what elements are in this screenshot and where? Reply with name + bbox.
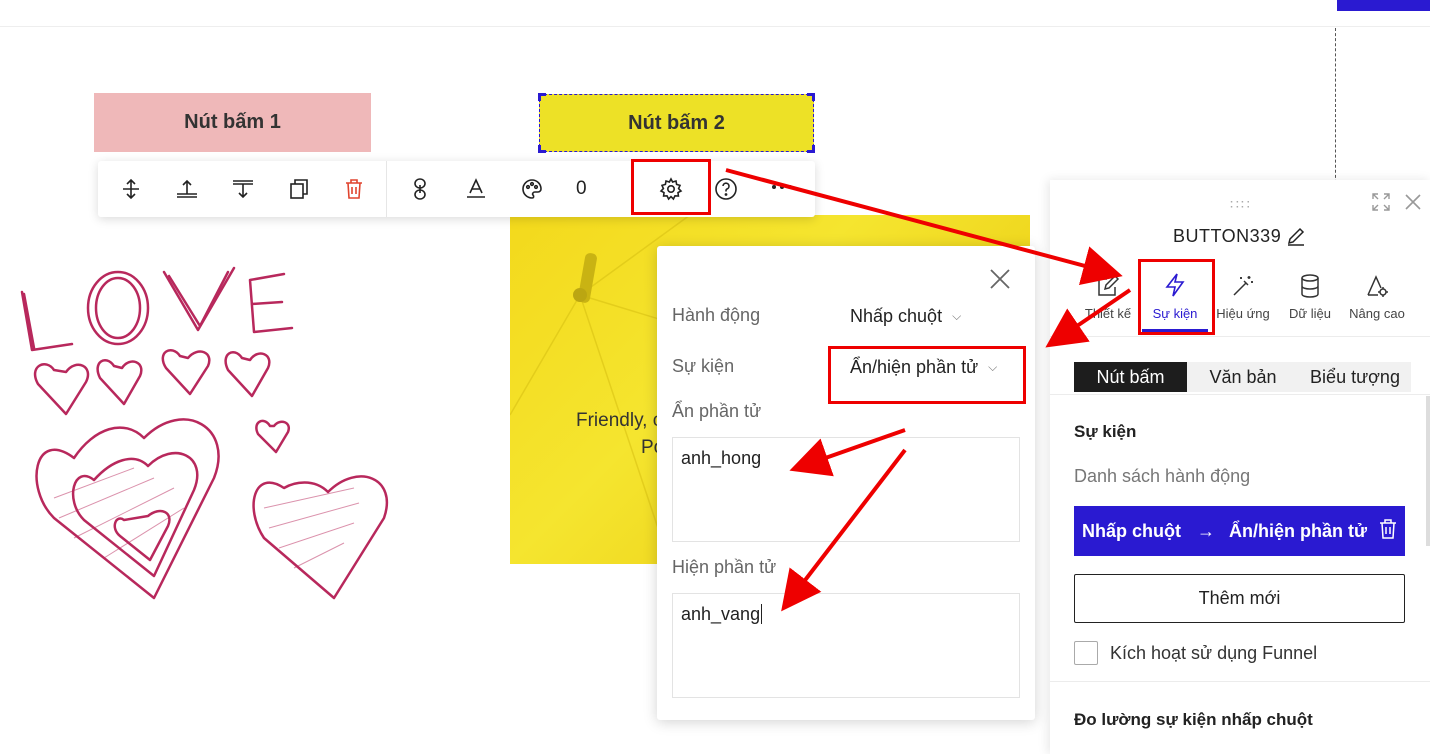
panel-divider xyxy=(1050,336,1430,337)
link-icon[interactable] xyxy=(406,175,434,203)
action-list-item[interactable]: Nhấp chuột → Ẩn/hiện phần tử xyxy=(1074,506,1405,556)
love-hearts-image[interactable] xyxy=(14,258,394,603)
toolbar-counter: 0 xyxy=(576,178,587,199)
text-cursor xyxy=(761,604,763,624)
segment-text[interactable]: Văn bản xyxy=(1187,362,1299,392)
panel-title: BUTTON339 xyxy=(1173,226,1282,246)
action-list-label: Danh sách hành động xyxy=(1074,466,1251,486)
tab-effects[interactable]: Hiệu ứng xyxy=(1208,268,1278,328)
section-title-events: Sự kiện xyxy=(1074,422,1137,441)
rename-edit-icon[interactable] xyxy=(1286,226,1306,251)
top-action-button[interactable] xyxy=(1337,0,1430,11)
tab-data[interactable]: Dữ liệu xyxy=(1275,268,1345,328)
drag-handle-icon[interactable]: ∷∷ xyxy=(1230,196,1252,213)
panel-scrollbar[interactable] xyxy=(1426,396,1430,546)
palette-icon[interactable] xyxy=(518,175,546,203)
more-icon[interactable] xyxy=(768,175,796,203)
action-effect: Ẩn/hiện phần tử xyxy=(1229,520,1368,541)
segment-button[interactable]: Nút bấm xyxy=(1074,362,1187,392)
magic-wand-icon xyxy=(1208,268,1278,298)
selection-handle[interactable] xyxy=(538,93,546,101)
element-type-segmented-control: Nút bấm Văn bản Biểu tượng xyxy=(1074,362,1411,392)
show-element-value: anh_vang xyxy=(681,604,761,624)
arrow-right-icon: → xyxy=(1197,520,1215,541)
canvas-button-1[interactable]: Nút bấm 1 xyxy=(94,93,371,152)
duplicate-icon[interactable] xyxy=(285,175,313,203)
segment-icon[interactable]: Biểu tượng xyxy=(1299,362,1411,392)
image-text: Friendly, c xyxy=(576,410,663,431)
toolbar-separator xyxy=(386,161,387,217)
expand-icon[interactable] xyxy=(1372,193,1390,216)
hide-element-label: Ẩn phần tử xyxy=(672,401,762,421)
selection-handle[interactable] xyxy=(807,93,815,101)
tab-label: Nâng cao xyxy=(1349,306,1405,321)
show-element-input[interactable]: anh_vang xyxy=(672,593,1020,698)
action-trigger: Nhấp chuột xyxy=(1082,520,1181,541)
hide-element-value: anh_hong xyxy=(681,448,762,468)
event-settings-popup: Hành động Nhấp chuột ⌵ Sự kiện Ẩn/hiện p… xyxy=(657,246,1035,720)
close-icon[interactable] xyxy=(987,266,1013,292)
show-element-label: Hiện phần tử xyxy=(672,557,777,577)
tab-advanced[interactable]: Nâng cao xyxy=(1342,268,1412,328)
align-top-icon[interactable] xyxy=(117,175,145,203)
delete-action-icon[interactable] xyxy=(1379,518,1397,544)
add-new-action-button[interactable]: Thêm mới xyxy=(1074,574,1405,623)
selection-handle[interactable] xyxy=(807,145,815,153)
hide-element-input[interactable]: anh_hong xyxy=(672,437,1020,542)
panel-divider xyxy=(1050,394,1430,395)
canvas-button-2-label: Nút bấm 2 xyxy=(628,111,725,134)
action-select-value: Nhấp chuột xyxy=(850,306,943,326)
tab-design[interactable]: Thiết kế xyxy=(1073,268,1143,328)
canvas-button-2-selected[interactable]: Nút bấm 2 xyxy=(538,93,815,153)
panel-divider xyxy=(1050,681,1430,682)
action-label: Hành động xyxy=(672,305,761,325)
section-title-measure: Đo lường sự kiện nhấp chuột xyxy=(1074,710,1313,729)
canvas-button-1-label: Nút bấm 1 xyxy=(184,111,281,133)
event-select-highlight-box xyxy=(828,346,1026,404)
trash-icon[interactable] xyxy=(340,175,368,203)
chevron-down-icon: ⌵ xyxy=(952,309,962,323)
move-up-icon[interactable] xyxy=(173,175,201,203)
edit-icon xyxy=(1073,268,1143,298)
tab-label: Dữ liệu xyxy=(1289,306,1331,321)
gear-highlight-box xyxy=(631,159,711,215)
properties-panel: ∷∷ BUTTON339 Thiết kế Sự kiện Hiệu ứng D… xyxy=(1050,180,1430,754)
tab-label: Thiết kế xyxy=(1084,306,1132,321)
action-select[interactable]: Nhấp chuột ⌵ xyxy=(850,306,961,327)
help-icon[interactable] xyxy=(712,175,740,203)
funnel-checkbox-label: Kích hoạt sử dụng Funnel xyxy=(1110,643,1318,663)
selection-handle[interactable] xyxy=(538,145,546,153)
text-style-icon[interactable] xyxy=(462,175,490,203)
close-panel-icon[interactable] xyxy=(1404,193,1422,216)
top-divider xyxy=(0,26,1430,27)
database-icon xyxy=(1275,268,1345,298)
funnel-checkbox[interactable] xyxy=(1074,641,1098,665)
advanced-settings-icon xyxy=(1342,268,1412,298)
events-tab-highlight-box xyxy=(1138,259,1215,335)
dashed-guide-line xyxy=(1335,28,1336,188)
event-label: Sự kiện xyxy=(672,356,735,376)
move-down-icon[interactable] xyxy=(229,175,257,203)
tab-label: Hiệu ứng xyxy=(1216,306,1270,321)
